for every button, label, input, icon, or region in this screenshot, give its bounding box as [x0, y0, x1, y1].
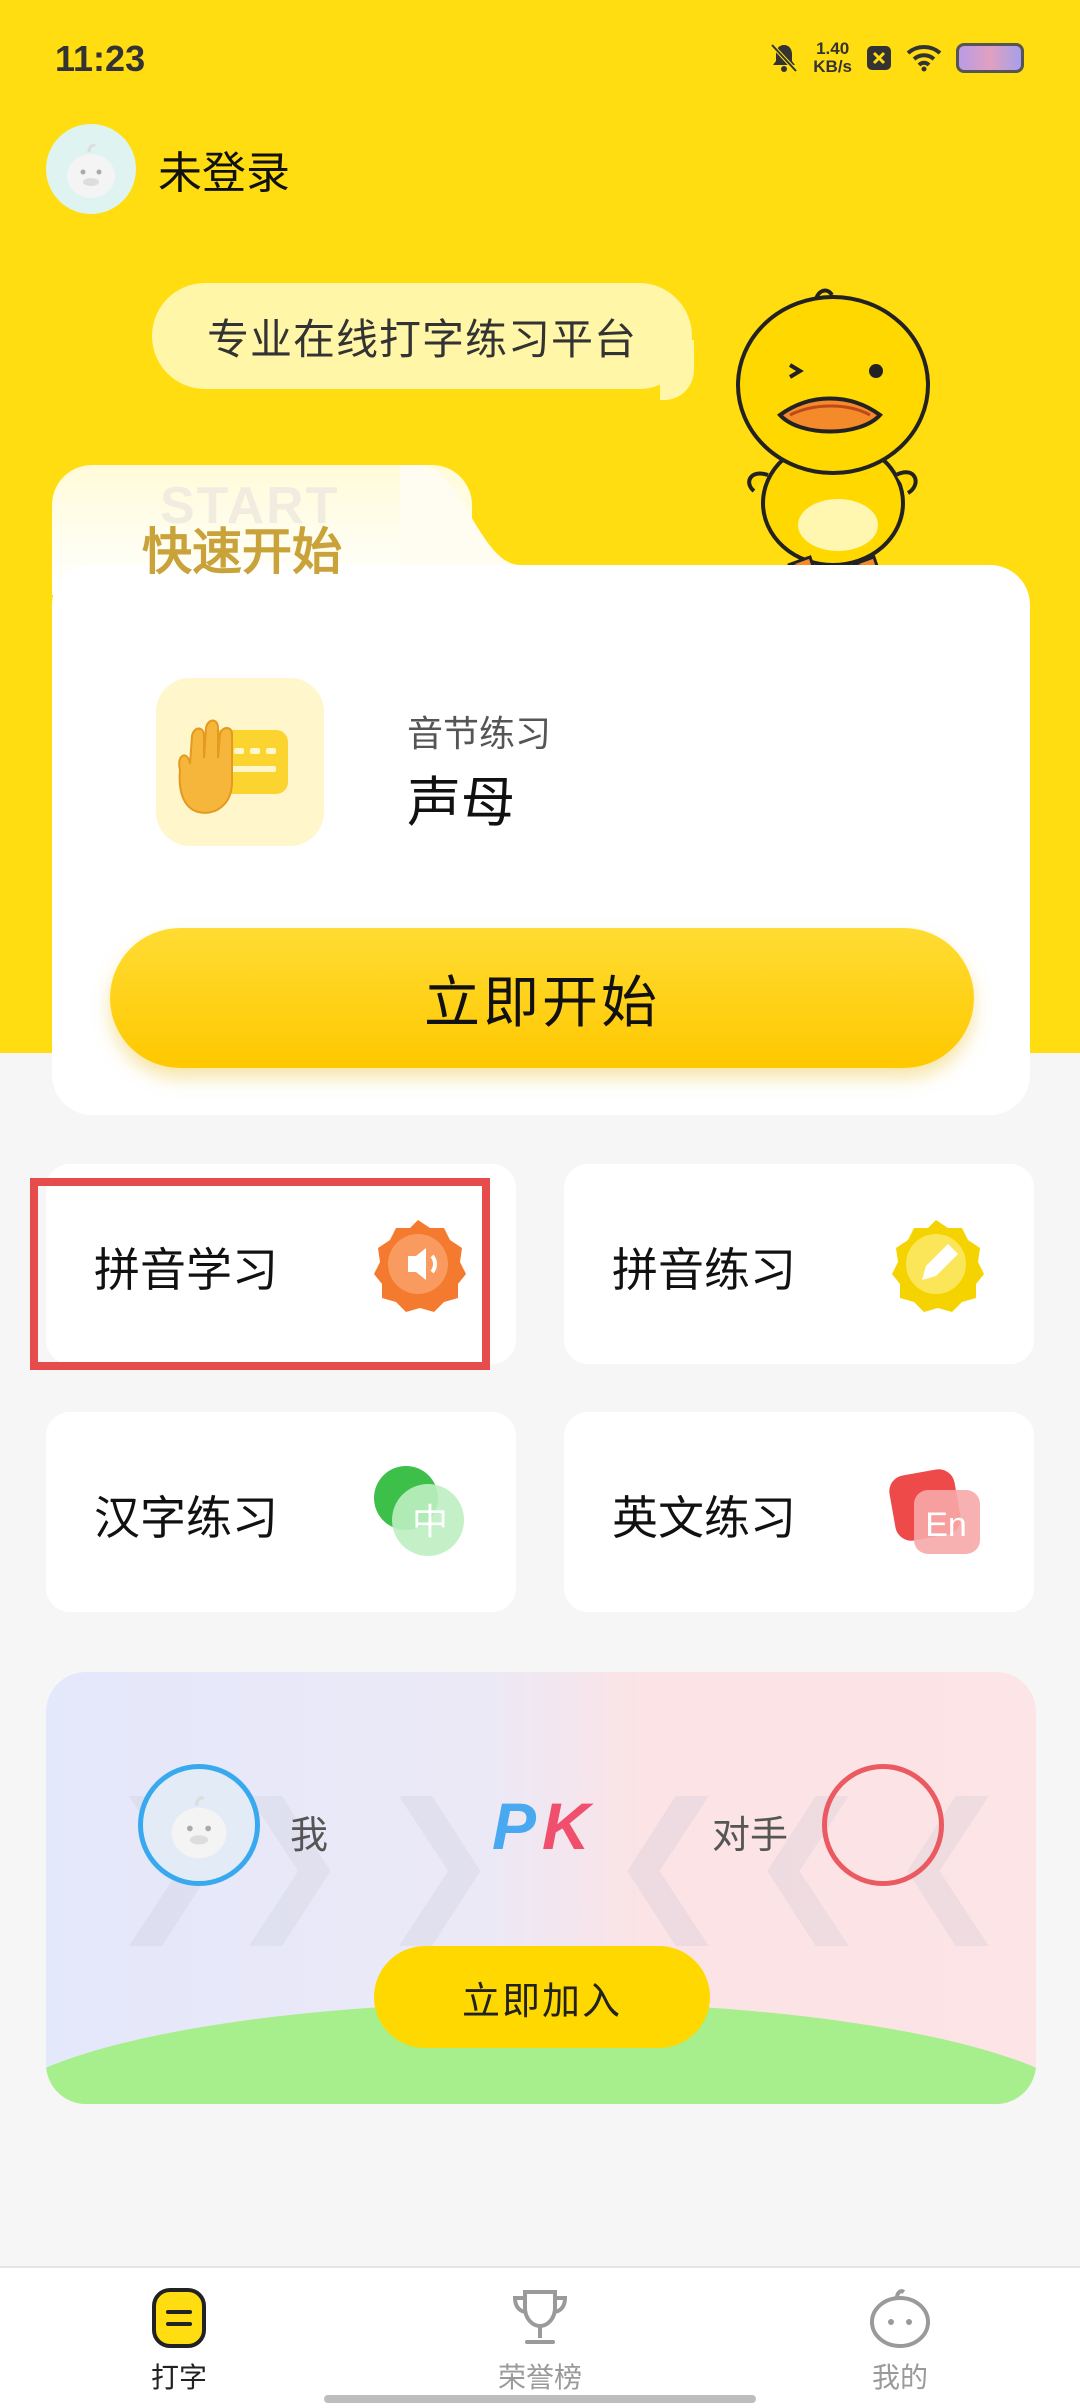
network-speed-value: 1.40 — [816, 39, 850, 58]
quick-start-title: 快速开始 — [142, 523, 342, 581]
user-name[interactable]: 未登录 — [158, 137, 290, 201]
nav-item-profile[interactable]: 我的 — [810, 2284, 990, 2396]
chevron-decor-icon: ❮ — [606, 1772, 732, 1946]
wifi-icon — [906, 45, 942, 72]
opponent-label: 对手 — [712, 1813, 789, 1857]
zhong-char: 中 — [412, 1502, 448, 1543]
en-text: En — [925, 1506, 967, 1544]
nav-label: 荣誉榜 — [497, 2361, 582, 2394]
status-bar: 11:23 1.40 KB/s — [0, 0, 1080, 120]
avatar[interactable] — [46, 124, 136, 214]
battery-icon — [956, 43, 1024, 73]
card-label: 英文练习 — [612, 1491, 796, 1545]
nav-label: 我的 — [871, 2361, 928, 2394]
duck-mascot-icon — [736, 288, 930, 571]
network-speed-unit: KB/s — [813, 57, 852, 76]
join-now-button[interactable]: 立即加入 — [374, 1946, 710, 2048]
start-now-button[interactable]: 立即开始 — [110, 928, 974, 1068]
card-english-practice[interactable]: 英文练习 En — [564, 1412, 1034, 1612]
status-icons: 1.40 KB/s — [769, 40, 1024, 76]
card-label: 拼音练习 — [612, 1243, 796, 1297]
profile-icon — [870, 2289, 930, 2348]
mute-bell-icon — [770, 43, 798, 73]
trophy-icon — [512, 2290, 568, 2344]
nav-item-typing[interactable]: 打字 — [89, 2284, 269, 2396]
card-chinese-practice[interactable]: 汉字练习 中 — [46, 1412, 516, 1612]
pk-title: PK — [492, 1788, 596, 1864]
user-row[interactable]: 未登录 — [46, 124, 290, 214]
close-box-icon — [867, 46, 891, 70]
keyboard-hand-icon — [178, 719, 288, 814]
nav-item-honor[interactable]: 荣誉榜 — [450, 2284, 630, 2396]
card-label: 汉字练习 — [94, 1491, 278, 1545]
typing-icon — [152, 2288, 206, 2348]
nav-label: 打字 — [150, 2361, 207, 2394]
bottom-nav: 打字 荣誉榜 我的 — [0, 2266, 1080, 2408]
duck-avatar-icon — [67, 143, 115, 198]
en-icon: En — [889, 1469, 980, 1554]
speaker-icon — [374, 1220, 466, 1312]
my-avatar — [138, 1764, 260, 1886]
pencil-icon — [892, 1220, 984, 1312]
card-pinyin-practice[interactable]: 拼音练习 — [564, 1164, 1034, 1364]
lesson-icon — [156, 678, 324, 846]
zhong-char-icon: 中 — [374, 1466, 464, 1556]
card-pinyin-learning[interactable]: 拼音学习 — [46, 1164, 516, 1364]
pk-card: ❯ ❯ ❯ ❮ ❮ ❮ 我 PK 对手 立即加入 — [46, 1672, 1036, 2104]
duck-avatar-icon — [171, 1796, 227, 1859]
opponent-avatar — [822, 1764, 944, 1886]
status-time: 11:23 — [55, 38, 146, 79]
card-label: 拼音学习 — [94, 1243, 278, 1297]
lesson-name: 声母 — [407, 771, 515, 834]
slogan-bubble: 专业在线打字练习平台 — [152, 283, 692, 389]
pk-letter-p: P — [492, 1789, 543, 1863]
home-indicator[interactable] — [324, 2395, 756, 2403]
lesson-category: 音节练习 — [407, 714, 552, 755]
pk-letter-k: K — [542, 1789, 596, 1863]
network-speed: 1.40 KB/s — [813, 40, 852, 76]
my-label: 我 — [290, 1813, 329, 1857]
chevron-decor-icon: ❯ — [376, 1772, 502, 1946]
